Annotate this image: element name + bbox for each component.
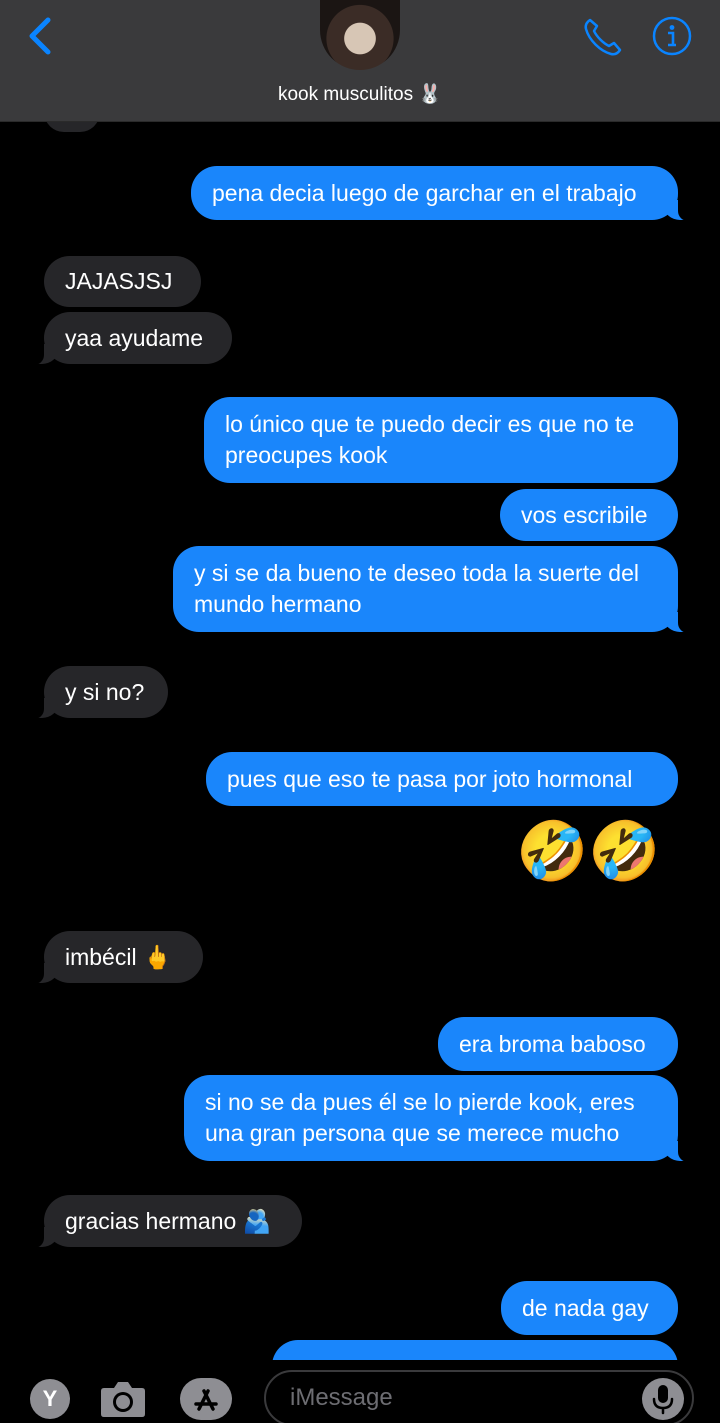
- message-text: pues que eso te pasa por joto hormonal: [227, 765, 633, 792]
- message-text: JAJASJSJ: [65, 268, 173, 294]
- microphone-icon: [652, 1385, 674, 1415]
- message-text: y si no?: [65, 678, 145, 705]
- message-bubble-incoming[interactable]: JAJASJSJ: [44, 256, 201, 307]
- message-bubble-outgoing[interactable]: lo único que te puedo decir es que no te…: [204, 397, 678, 483]
- emoji-message[interactable]: 🤣🤣: [516, 820, 660, 884]
- message-bubble-incoming[interactable]: imbécil 🖕: [34, 931, 203, 984]
- message-input-placeholder: iMessage: [290, 1384, 393, 1411]
- message-bubble-outgoing[interactable]: si no se da pues él se lo pierde kook, e…: [184, 1075, 688, 1162]
- message-text: gracias hermano 🫂: [65, 1207, 272, 1234]
- message-text: yaa ayudame: [65, 324, 204, 351]
- message-bubble-incoming[interactable]: y si no?: [34, 666, 168, 719]
- message-bubble-outgoing[interactable]: y si se da bueno te deseo toda la suerte…: [173, 546, 688, 633]
- app-store-icon: [194, 1389, 218, 1411]
- message-bubble-outgoing[interactable]: pues que eso te pasa por joto hormonal: [206, 752, 678, 806]
- message-text: de nada gay: [522, 1294, 649, 1321]
- contact-name[interactable]: kook musculitos 🐰: [0, 82, 720, 106]
- contact-avatar[interactable]: [320, 0, 400, 70]
- message-bubble-outgoing[interactable]: era broma baboso: [438, 1017, 678, 1071]
- message-text: vos escribile: [521, 501, 648, 528]
- message-text: lo único que te puedo decir es que no te…: [225, 411, 635, 468]
- message-text: era broma baboso: [459, 1030, 646, 1057]
- microphone-button[interactable]: [642, 1378, 684, 1420]
- message-text: pena decia luego de garchar en el trabaj…: [212, 179, 637, 206]
- back-chevron-icon[interactable]: [20, 12, 60, 60]
- message-text: si no se da pues él se lo pierde kook, e…: [205, 1089, 635, 1146]
- message-bubble-incoming[interactable]: gracias hermano 🫂: [34, 1195, 302, 1248]
- apps-button[interactable]: Y: [30, 1379, 70, 1419]
- message-bubble-outgoing[interactable]: de nada gay: [501, 1281, 678, 1335]
- info-icon[interactable]: [652, 16, 692, 56]
- message-bubble-outgoing[interactable]: vos escribile: [500, 489, 678, 541]
- message-bubble-outgoing[interactable]: pena decia luego de garchar en el trabaj…: [191, 166, 688, 221]
- conversation-header: kook musculitos 🐰: [0, 0, 720, 122]
- camera-icon[interactable]: [98, 1378, 148, 1420]
- message-text: imbécil 🖕: [65, 943, 172, 970]
- app-store-button[interactable]: [180, 1378, 232, 1420]
- message-bubble-incoming[interactable]: yaa ayudame: [34, 312, 232, 365]
- message-input[interactable]: iMessage: [264, 1370, 694, 1423]
- phone-icon[interactable]: [580, 14, 626, 60]
- message-text: y si se da bueno te deseo toda la suerte…: [194, 560, 639, 617]
